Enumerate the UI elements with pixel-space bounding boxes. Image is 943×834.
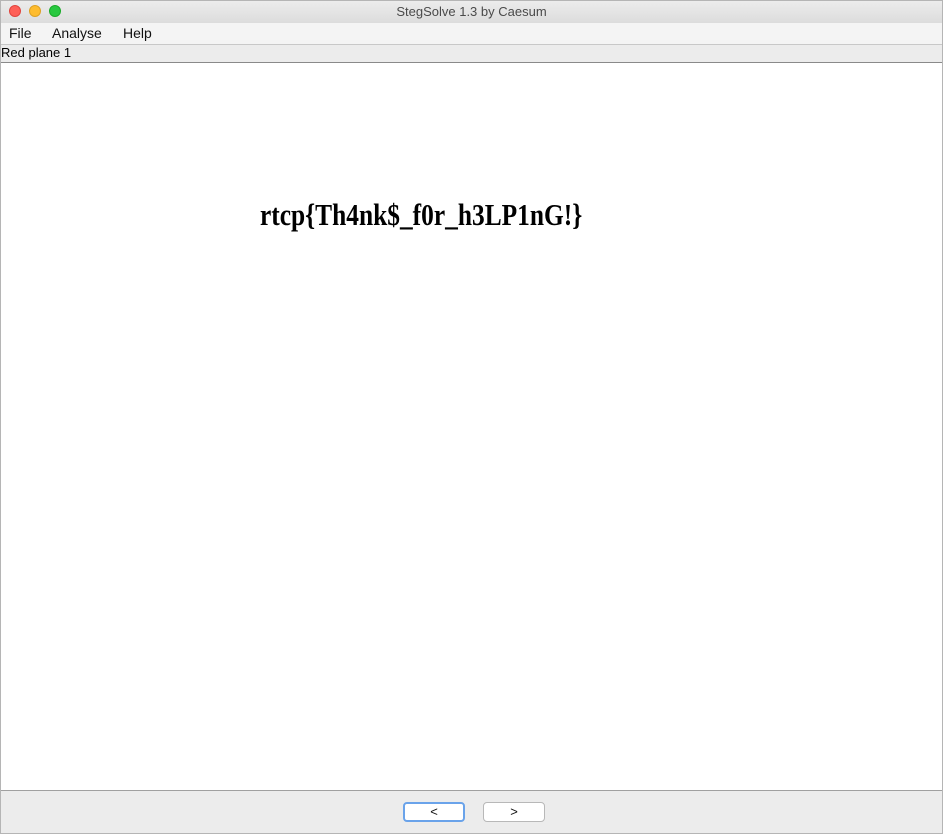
menu-analyse[interactable]: Analyse <box>52 25 102 41</box>
title-bar: StegSolve 1.3 by Caesum <box>1 1 942 24</box>
hidden-flag-text: rtcp{Th4nk$_f0r_h3LP1nG!} <box>260 197 583 232</box>
image-canvas: rtcp{Th4nk$_f0r_h3LP1nG!} <box>1 62 942 791</box>
window-title: StegSolve 1.3 by Caesum <box>396 4 547 19</box>
menu-file[interactable]: File <box>9 25 32 41</box>
next-plane-button[interactable]: > <box>483 802 545 822</box>
plane-label: Red plane 1 <box>1 45 72 60</box>
menu-help[interactable]: Help <box>123 25 152 41</box>
menu-bar: File Analyse Help <box>1 23 942 45</box>
stegsolve-window: StegSolve 1.3 by Caesum File Analyse Hel… <box>0 0 943 834</box>
previous-plane-button[interactable]: < <box>403 802 465 822</box>
